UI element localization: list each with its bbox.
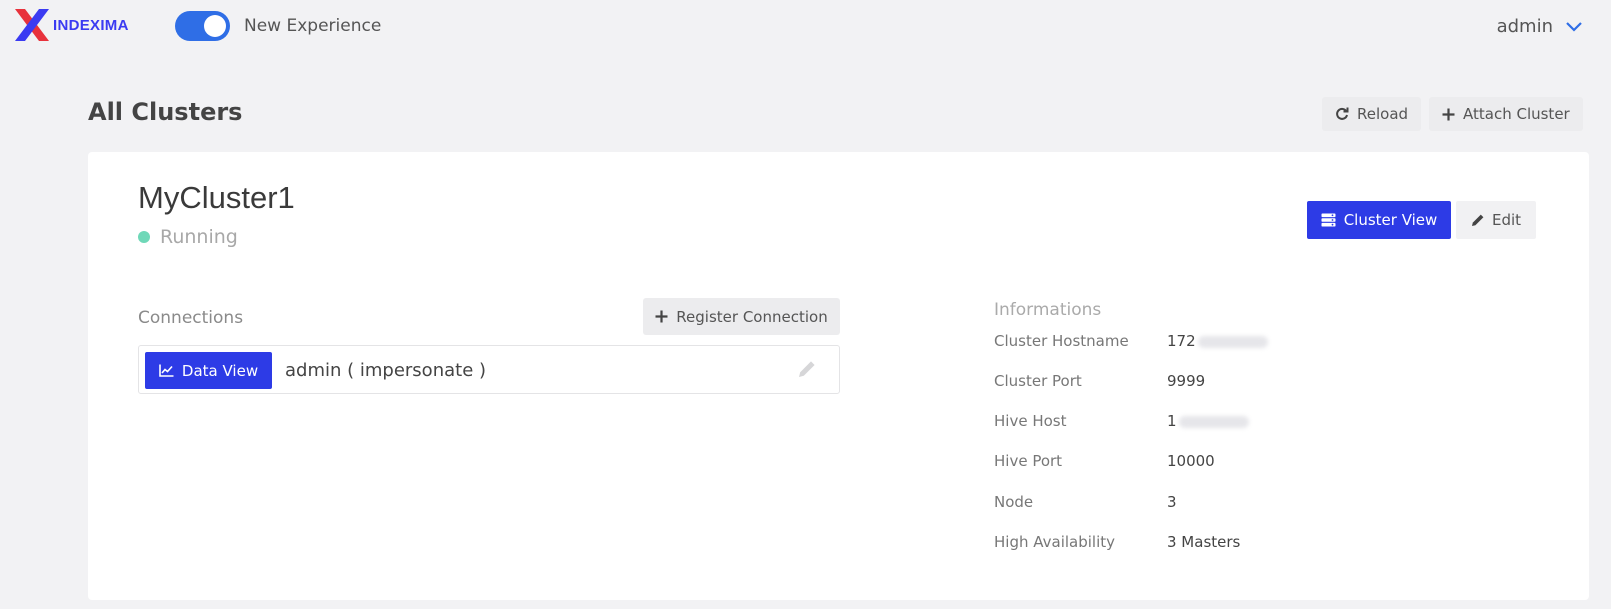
- info-value: 10000: [1167, 452, 1215, 470]
- info-key: Cluster Hostname: [994, 332, 1129, 350]
- new-experience-label: New Experience: [244, 16, 382, 36]
- info-value: 172: [1167, 332, 1196, 350]
- register-connection-button[interactable]: Register Connection: [643, 298, 840, 335]
- info-key: Cluster Port: [994, 372, 1082, 390]
- redaction-blur: [1178, 415, 1249, 428]
- status-label: Running: [160, 226, 238, 248]
- info-value: 3: [1167, 493, 1177, 511]
- info-row-cluster-port: Cluster Port 9999: [994, 372, 1205, 390]
- cluster-card: MyCluster1 Running Cluster View Edit Con…: [88, 152, 1589, 600]
- cluster-status: Running: [138, 226, 238, 248]
- info-row-high-availability: High Availability 3 Masters: [994, 533, 1240, 551]
- info-key: Hive Host: [994, 412, 1067, 430]
- status-dot: [138, 231, 150, 243]
- info-value-redacted: 1: [1167, 412, 1249, 430]
- server-icon: [1321, 213, 1336, 227]
- info-key: Node: [994, 493, 1034, 511]
- chart-line-icon: [159, 364, 174, 377]
- cluster-view-button[interactable]: Cluster View: [1307, 201, 1451, 239]
- info-key: Hive Port: [994, 452, 1063, 470]
- data-view-button[interactable]: Data View: [145, 352, 272, 389]
- info-value: 1: [1167, 412, 1177, 430]
- user-name: admin: [1496, 16, 1553, 37]
- info-row-hive-port: Hive Port 10000: [994, 452, 1215, 470]
- reload-icon: [1336, 107, 1349, 120]
- info-value-redacted: 172: [1167, 332, 1268, 350]
- logo-text: INDEXIMA: [53, 16, 129, 34]
- attach-cluster-label: Attach Cluster: [1463, 105, 1570, 123]
- info-row-hive-host: Hive Host 1: [994, 412, 1249, 430]
- cluster-view-label: Cluster View: [1343, 211, 1438, 229]
- data-view-label: Data View: [181, 361, 259, 380]
- toggle-knob: [204, 15, 226, 37]
- new-experience-toggle[interactable]: [175, 11, 230, 41]
- page-title: All Clusters: [88, 98, 243, 126]
- informations-title: Informations: [994, 300, 1102, 320]
- reload-label: Reload: [1357, 105, 1409, 123]
- redaction-blur: [1197, 335, 1268, 348]
- cluster-name: MyCluster1: [138, 180, 295, 215]
- info-value: 9999: [1167, 372, 1206, 390]
- logo-x-icon: [15, 9, 49, 41]
- connection-row: Data View admin ( impersonate ): [138, 345, 840, 394]
- info-value: 3 Masters: [1167, 533, 1241, 551]
- plus-icon: [655, 310, 668, 323]
- attach-cluster-button[interactable]: Attach Cluster: [1429, 97, 1583, 131]
- user-menu[interactable]: admin: [1497, 16, 1583, 37]
- info-key: High Availability: [994, 533, 1116, 551]
- reload-button[interactable]: Reload: [1322, 97, 1422, 131]
- edit-label: Edit: [1491, 211, 1522, 229]
- connections-title: Connections: [138, 308, 244, 328]
- top-bar: INDEXIMA New Experience admin: [0, 0, 1611, 52]
- edit-connection-icon[interactable]: [797, 359, 817, 383]
- edit-cluster-button[interactable]: Edit: [1456, 201, 1536, 239]
- info-row-cluster-hostname: Cluster Hostname 172: [994, 332, 1268, 350]
- info-row-node: Node 3: [994, 493, 1177, 511]
- chevron-down-icon: [1566, 21, 1582, 32]
- plus-icon: [1442, 108, 1455, 120]
- logo[interactable]: INDEXIMA: [13, 8, 129, 42]
- pencil-icon: [1471, 214, 1484, 226]
- register-connection-label: Register Connection: [676, 307, 828, 326]
- connection-label: admin ( impersonate ): [285, 360, 487, 381]
